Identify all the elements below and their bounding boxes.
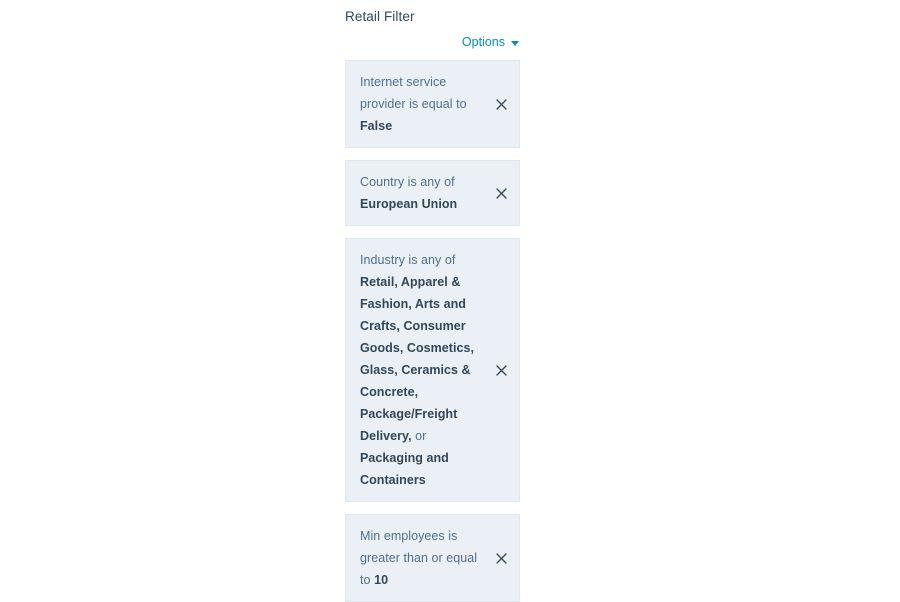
filter-card-text: Internet service provider is equal to Fa… xyxy=(360,71,485,137)
filter-condition: or xyxy=(411,429,427,443)
filter-condition: Internet service provider is equal to xyxy=(360,75,467,111)
filter-condition: Country is any of xyxy=(360,175,455,189)
filter-card: Country is any of European Union xyxy=(345,160,520,226)
filter-card-text: Country is any of European Union xyxy=(360,171,485,215)
close-icon xyxy=(495,364,507,376)
options-button-label: Options xyxy=(461,35,505,49)
filter-card-text: Industry is any of Retail, Apparel & Fas… xyxy=(360,249,485,491)
close-icon xyxy=(495,552,507,564)
retail-filter-panel: Retail Filter Options Internet service p… xyxy=(345,0,520,602)
filter-value: Retail, Apparel & Fashion, Arts and Craf… xyxy=(360,275,475,443)
filter-card: Internet service provider is equal to Fa… xyxy=(345,60,520,148)
filter-value: 10 xyxy=(374,573,389,587)
remove-filter-button[interactable] xyxy=(492,549,510,567)
filter-card-text: Min employees is greater than or equal t… xyxy=(360,525,485,591)
chevron-down-icon xyxy=(511,40,519,46)
filter-value: European Union xyxy=(360,197,458,211)
options-row: Options xyxy=(345,25,520,50)
options-button[interactable]: Options xyxy=(462,35,519,50)
filter-condition: Industry is any of xyxy=(360,253,456,267)
filter-value: Packaging and Containers xyxy=(360,451,449,487)
remove-filter-button[interactable] xyxy=(492,361,510,379)
close-icon xyxy=(495,187,507,199)
close-icon xyxy=(495,98,507,110)
filter-card: Industry is any of Retail, Apparel & Fas… xyxy=(345,238,520,502)
filter-card-list: Internet service provider is equal to Fa… xyxy=(345,60,520,602)
remove-filter-button[interactable] xyxy=(492,184,510,202)
remove-filter-button[interactable] xyxy=(492,95,510,113)
filter-value: False xyxy=(360,119,393,133)
page-title: Retail Filter xyxy=(345,9,415,24)
filter-card: Min employees is greater than or equal t… xyxy=(345,514,520,602)
